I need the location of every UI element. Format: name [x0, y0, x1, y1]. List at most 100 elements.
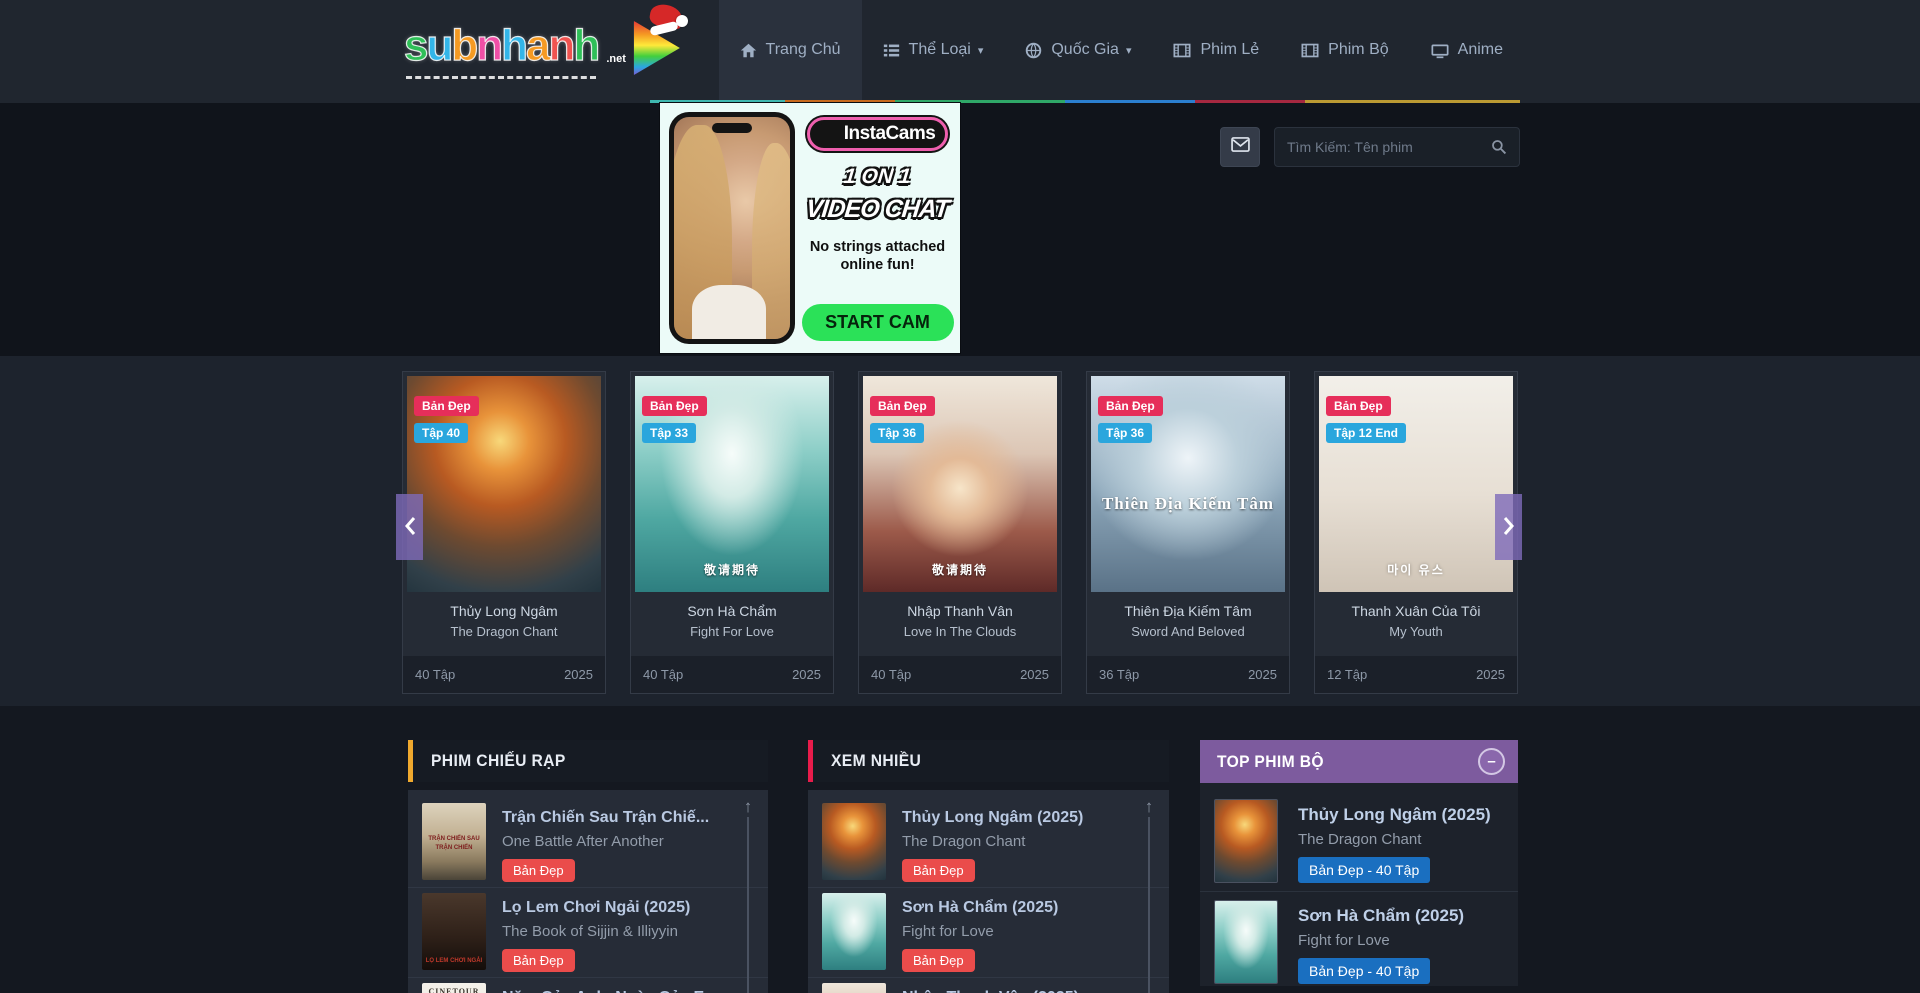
- list-item[interactable]: TRẬN CHIẾN SAU TRẬN CHIẾNTrận Chiến Sau …: [408, 790, 768, 888]
- list-item-subtitle: The Dragon Chant: [1298, 831, 1491, 848]
- nav-item-the-loai[interactable]: Thể Loại▾: [862, 0, 1005, 100]
- movie-poster[interactable]: Bản ĐẹpTập 40: [407, 376, 601, 592]
- carousel-next-button[interactable]: [1495, 494, 1522, 560]
- movie-poster[interactable]: 마이 유스 Bản Đẹp Tập 12 End: [1319, 376, 1513, 592]
- card-footer: 40 Tập2025: [631, 656, 833, 693]
- mail-button[interactable]: [1220, 127, 1260, 167]
- nav-item-phim-bo[interactable]: Phim Bộ: [1280, 0, 1409, 100]
- movie-card[interactable]: 敬请期待Bản ĐẹpTập 36Nhập Thanh VânLove In T…: [858, 371, 1062, 694]
- episode-count: 12 Tập: [1327, 667, 1367, 682]
- magnifier-icon[interactable]: [1491, 139, 1507, 155]
- list-item-body: Thủy Long Ngâm (2025)The Dragon ChantBản…: [1298, 799, 1491, 883]
- list-item-subtitle: One Battle After Another: [502, 833, 709, 850]
- list-scrollbar[interactable]: ↑: [740, 798, 756, 993]
- list-item-body: Sơn Hà Chẩm (2025)Fight for LoveBản Đẹp: [902, 893, 1058, 972]
- panel-accent-bar: [808, 740, 813, 782]
- carousel-track: Bản ĐẹpTập 40Thủy Long NgâmThe Dragon Ch…: [396, 371, 1524, 694]
- list-item[interactable]: Sơn Hà Chẩm (2025)Fight for LoveBản Đẹp …: [1200, 892, 1518, 986]
- site-logo[interactable]: subnhanh .net: [396, 21, 680, 79]
- panel-header: PHIM CHIẾU RẠP: [408, 740, 768, 782]
- list-item-title: Nhập Thanh Vân (2025): [902, 989, 1079, 993]
- panel-xem-nhieu: XEM NHIỀUThủy Long Ngâm (2025)The Dragon…: [808, 740, 1169, 993]
- list-scrollbar[interactable]: ↑: [1141, 798, 1157, 993]
- list-item-poster: [822, 893, 886, 970]
- ad-brand-name: InstaCams: [844, 123, 936, 145]
- film-icon: [1301, 42, 1319, 59]
- nav-label: Phim Lẻ: [1200, 41, 1259, 59]
- home-icon: [740, 42, 757, 59]
- nav-item-anime[interactable]: Anime: [1410, 0, 1524, 100]
- movie-card[interactable]: Thiên Địa Kiếm TâmBản ĐẹpTập 36Thiên Địa…: [1086, 371, 1290, 694]
- movie-title: Nhập Thanh Vân: [863, 603, 1057, 619]
- nav-label: Quốc Gia: [1051, 41, 1119, 59]
- list-item-title: Trận Chiến Sau Trận Chiế...: [502, 809, 709, 827]
- card-footer: 12 Tập2025: [1315, 656, 1517, 693]
- nav-item-phim-le[interactable]: Phim Lẻ: [1152, 0, 1280, 100]
- panel-phim-chieu-rap: PHIM CHIẾU RẠP TRẬN CHIẾN SAU TRẬN CHIẾNT…: [408, 740, 768, 993]
- episode-badge: Tập 33: [642, 423, 696, 443]
- card-footer: 40 Tập2025: [859, 656, 1061, 693]
- scrollbar-track: [1148, 817, 1150, 993]
- panel-title: PHIM CHIẾU RẠP: [431, 751, 566, 771]
- nav-item-quoc-gia[interactable]: Quốc Gia▾: [1004, 0, 1152, 100]
- quality-badge: Bản Đẹp: [902, 859, 975, 882]
- ad-brand-logo: InstaCams: [807, 117, 949, 151]
- quality-badge: Bản Đẹp: [1326, 396, 1391, 416]
- poster-caption: 마이 유스: [1319, 561, 1513, 578]
- panel-title: TOP PHIM BỘ: [1217, 752, 1324, 772]
- collapse-button[interactable]: –: [1478, 748, 1505, 775]
- list-item-subtitle: Fight for Love: [1298, 932, 1464, 949]
- list-item[interactable]: LỌ LEM CHƠI NGẢI Lọ Lem Chơi Ngải (2025) T…: [408, 888, 768, 978]
- card-info: Thủy Long NgâmThe Dragon Chant: [403, 592, 605, 645]
- envelope-icon: [1231, 137, 1250, 157]
- list-icon: [883, 42, 900, 59]
- movie-subtitle: My Youth: [1319, 624, 1513, 639]
- nav-label: Anime: [1458, 41, 1503, 59]
- ad-banner[interactable]: InstaCams 1 ON 1 VIDEO CHAT No strings a…: [660, 103, 960, 353]
- movie-card[interactable]: Bản ĐẹpTập 40Thủy Long NgâmThe Dragon Ch…: [402, 371, 606, 694]
- carousel-prev-button[interactable]: [396, 494, 423, 560]
- main-nav: Trang ChủThể Loại▾Quốc Gia▾ Phim Lẻ Phim B…: [719, 0, 1524, 100]
- movie-card[interactable]: 敬请期待Bản ĐẹpTập 33Sơn Hà ChẩmFight For Lo…: [630, 371, 834, 694]
- nav-item-trang-chu[interactable]: Trang Chủ: [719, 0, 862, 100]
- list-item-body: Năm Của Anh, Ngày Của E...: [502, 983, 717, 993]
- search-input[interactable]: [1287, 139, 1491, 155]
- movie-poster[interactable]: Thiên Địa Kiếm TâmBản ĐẹpTập 36: [1091, 376, 1285, 592]
- list-item[interactable]: Sơn Hà Chẩm (2025)Fight for LoveBản Đẹp: [808, 888, 1169, 978]
- search-box: [1274, 127, 1520, 167]
- webcam-icon: [816, 123, 838, 145]
- movie-card[interactable]: 마이 유스 Bản Đẹp Tập 12 End Thanh Xuân Của Tôi…: [1314, 371, 1518, 694]
- panel-header: TOP PHIM BỘ –: [1200, 740, 1518, 783]
- chevron-left-icon: [403, 516, 417, 539]
- list-item-title: Lọ Lem Chơi Ngải (2025): [502, 899, 690, 917]
- episode-badge: Tập 12 End: [1326, 423, 1406, 443]
- release-year: 2025: [1248, 667, 1277, 682]
- movie-subtitle: The Dragon Chant: [407, 624, 601, 639]
- globe-icon: [1025, 42, 1042, 59]
- movie-poster[interactable]: 敬请期待Bản ĐẹpTập 36: [863, 376, 1057, 592]
- site-header: subnhanh .net Trang ChủThể Loại▾Quốc Gia…: [0, 0, 1920, 103]
- quality-badge: Bản Đẹp: [642, 396, 707, 416]
- logo-letter: a: [526, 21, 548, 70]
- list-item[interactable]: Nhập Thanh Vân (2025): [808, 978, 1169, 993]
- list-item-poster: [1214, 900, 1278, 984]
- card-info: Thanh Xuân Của TôiMy Youth: [1315, 592, 1517, 645]
- list-item[interactable]: Thủy Long Ngâm (2025)The Dragon ChantBản…: [1200, 783, 1518, 892]
- logo-wordmark: subnhanh: [404, 21, 598, 79]
- episode-count: 36 Tập: [1099, 667, 1139, 682]
- movie-poster[interactable]: 敬请期待Bản ĐẹpTập 33: [635, 376, 829, 592]
- poster-caption: Thiên Địa Kiếm Tâm: [1091, 494, 1285, 514]
- card-info: Nhập Thanh VânLove In The Clouds: [859, 592, 1061, 645]
- list-item-subtitle: The Book of Sijjin & Illiyyin: [502, 923, 690, 940]
- list-item-body: Lọ Lem Chơi Ngải (2025) The Book of Sijji…: [502, 893, 690, 972]
- movie-title: Thiên Địa Kiếm Tâm: [1091, 603, 1285, 619]
- movie-title: Sơn Hà Chẩm: [635, 603, 829, 619]
- logo-letter: n: [476, 21, 501, 70]
- release-year: 2025: [564, 667, 593, 682]
- quality-badge: Bản Đẹp: [902, 949, 975, 972]
- ad-cta-button[interactable]: START CAM: [802, 304, 954, 341]
- list-item[interactable]: Thủy Long Ngâm (2025)The Dragon ChantBản…: [808, 790, 1169, 888]
- list-item-poster: LỌ LEM CHƠI NGẢI: [422, 893, 486, 970]
- list-item-body: Thủy Long Ngâm (2025)The Dragon ChantBản…: [902, 803, 1083, 882]
- list-item[interactable]: CINETOURNăm Của Anh, Ngày Của E...: [408, 978, 768, 993]
